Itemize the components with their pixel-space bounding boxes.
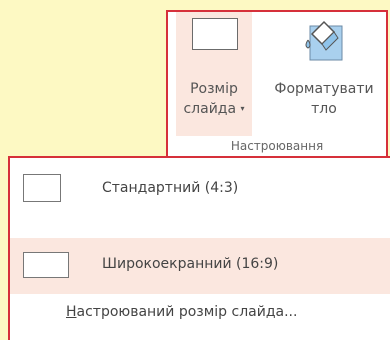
menu-item-label: Широкоекранний (16:9) — [102, 256, 279, 272]
format-background-button[interactable]: Форматувати тло — [260, 12, 388, 136]
chevron-down-icon: ▾ — [240, 104, 245, 113]
slide-size-dropdown-menu: Стандартний (4:3) Широкоекранний (16:9) … — [8, 156, 390, 340]
menu-item-standard[interactable]: Стандартний (4:3) — [10, 162, 390, 218]
slide-size-label-line1: Розмір — [190, 81, 238, 97]
ribbon-customize-group: Розмір слайда ▾ Форматувати тло Настроюв… — [166, 10, 388, 158]
slide-size-icon — [192, 18, 238, 50]
group-label: Настроювання — [230, 139, 324, 153]
slide-size-button[interactable]: Розмір слайда ▾ — [176, 12, 252, 136]
menu-item-custom-size[interactable]: Настроюваний розмір слайда... — [66, 304, 297, 320]
widescreen-slide-icon — [23, 252, 69, 278]
accelerator-letter: Н — [66, 304, 77, 320]
standard-slide-icon — [23, 174, 61, 202]
custom-size-label: астроюваний розмір слайда... — [76, 304, 298, 320]
format-background-label-line2: тло — [311, 101, 337, 117]
menu-item-label: Стандартний (4:3) — [102, 180, 239, 196]
menu-item-widescreen[interactable]: Широкоекранний (16:9) — [10, 238, 390, 294]
format-background-icon — [305, 20, 343, 61]
format-background-label-line1: Форматувати — [274, 81, 374, 97]
slide-size-label-line2: слайда — [183, 101, 237, 117]
